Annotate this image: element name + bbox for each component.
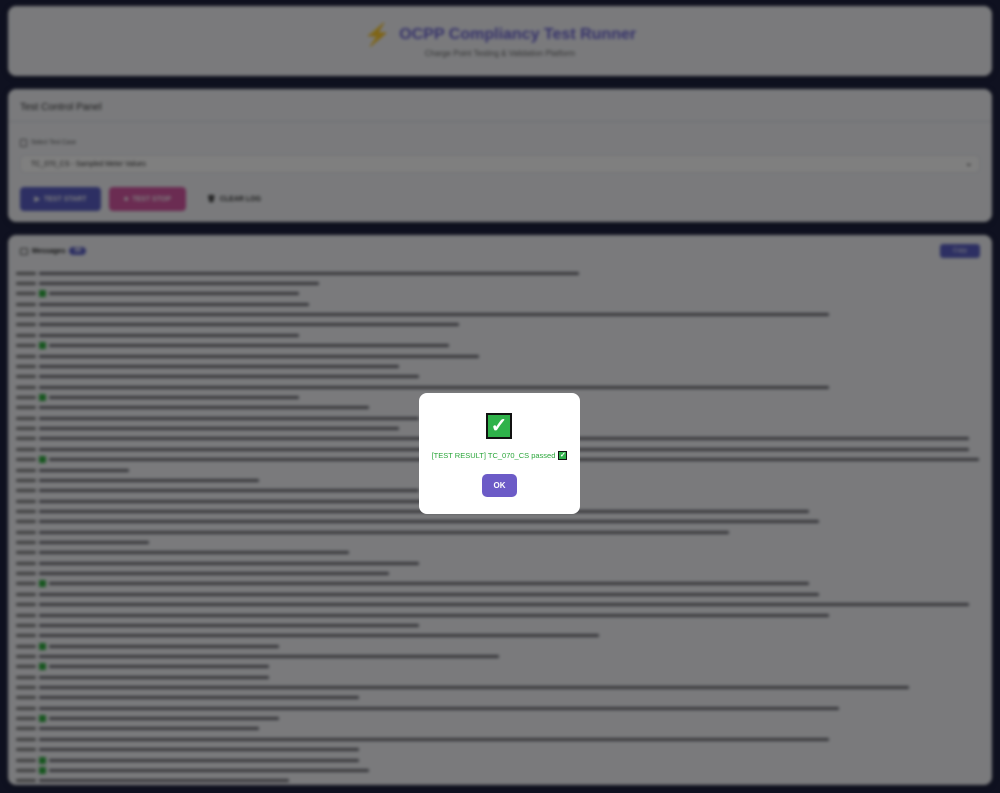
check-mark-icon: ✓ (558, 451, 568, 460)
ok-button[interactable]: OK (482, 474, 517, 497)
test-result-dialog: ✓ [TEST RESULT] TC_070_CS passed ✓ OK (419, 393, 580, 514)
check-icon: ✓ (486, 413, 512, 439)
dialog-message-row: [TEST RESULT] TC_070_CS passed ✓ (419, 451, 580, 460)
dialog-message: [TEST RESULT] TC_070_CS passed (431, 451, 556, 460)
